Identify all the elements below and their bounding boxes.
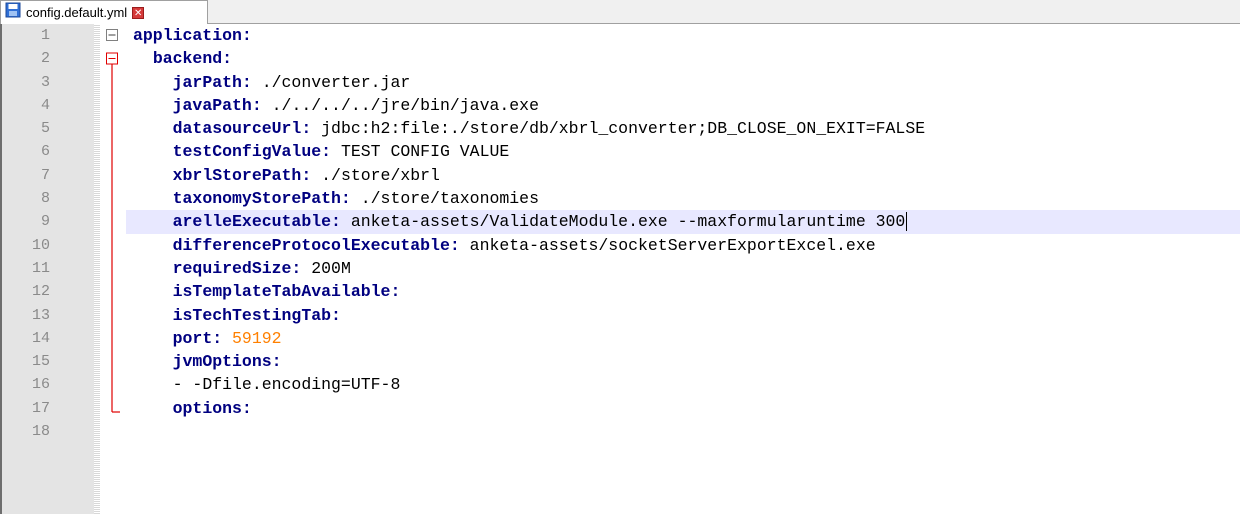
line-number: 3 bbox=[40, 73, 50, 91]
code-line[interactable]: 2 backend: bbox=[2, 47, 1240, 70]
code-line[interactable]: 3 jarPath: ./converter.jar bbox=[2, 71, 1240, 94]
code-line[interactable]: 17 options: bbox=[2, 397, 1240, 420]
yaml-value: - -Dfile.encoding=UTF-8 bbox=[172, 375, 401, 395]
yaml-value: anketa-assets/socketServerExportExcel.ex… bbox=[459, 235, 876, 255]
line-number: 11 bbox=[31, 259, 50, 277]
yaml-value: jdbc:h2:file:./store/db/xbrl_converter;D… bbox=[311, 119, 926, 139]
yaml-value: TEST CONFIG VALUE bbox=[331, 142, 510, 162]
line-number: 8 bbox=[40, 190, 50, 208]
yaml-value: ./converter.jar bbox=[251, 72, 411, 92]
code-line[interactable]: 1 application: bbox=[2, 24, 1240, 47]
code-line[interactable]: 4 javaPath: ./../../../jre/bin/java.exe bbox=[2, 94, 1240, 117]
yaml-key: requiredSize: bbox=[172, 258, 302, 278]
line-number: 9 bbox=[40, 213, 50, 231]
yaml-key: xbrlStorePath: bbox=[172, 165, 312, 185]
line-number: 15 bbox=[31, 353, 50, 371]
line-number: 14 bbox=[31, 329, 50, 347]
line-code: testConfigValue: TEST CONFIG VALUE bbox=[133, 140, 510, 163]
yaml-key: options: bbox=[172, 398, 252, 418]
code-line[interactable]: 14 port: 59192 bbox=[2, 327, 1240, 350]
line-number: 4 bbox=[40, 96, 50, 114]
code-line[interactable]: 11 requiredSize: 200M bbox=[2, 257, 1240, 280]
yaml-key: differenceProtocolExecutable: bbox=[172, 235, 460, 255]
line-code: javaPath: ./../../../jre/bin/java.exe bbox=[133, 94, 539, 117]
line-number: 18 bbox=[31, 423, 50, 441]
code-line[interactable]: 5 datasourceUrl: jdbc:h2:file:./store/db… bbox=[2, 117, 1240, 140]
code-line[interactable]: 15 jvmOptions: bbox=[2, 350, 1240, 373]
yaml-key: isTechTestingTab: bbox=[172, 305, 341, 325]
yaml-value: ./../../../jre/bin/java.exe bbox=[261, 95, 539, 115]
yaml-key: testConfigValue: bbox=[172, 142, 332, 162]
text-caret bbox=[906, 212, 907, 232]
code-line[interactable]: 12 isTemplateTabAvailable: bbox=[2, 280, 1240, 303]
line-number: 12 bbox=[31, 283, 50, 301]
close-icon[interactable]: ✕ bbox=[132, 6, 145, 19]
yaml-value: ./store/taxonomies bbox=[350, 189, 539, 209]
line-code: jarPath: ./converter.jar bbox=[133, 71, 411, 94]
line-code: backend: bbox=[133, 47, 232, 70]
yaml-key: javaPath: bbox=[172, 95, 262, 115]
code-line[interactable]: 6 testConfigValue: TEST CONFIG VALUE bbox=[2, 140, 1240, 163]
code-line[interactable]: 9 arelleExecutable: anketa-assets/Valida… bbox=[2, 210, 1240, 234]
yaml-key: port: bbox=[172, 328, 223, 348]
yaml-key: jvmOptions: bbox=[172, 352, 282, 372]
tab-bar: config.default.yml ✕ bbox=[0, 0, 1240, 24]
code-line[interactable]: 16 - -Dfile.encoding=UTF-8 bbox=[2, 373, 1240, 396]
yaml-key: datasourceUrl: bbox=[172, 119, 312, 139]
line-code: jvmOptions: bbox=[133, 350, 282, 373]
save-icon bbox=[5, 2, 21, 23]
line-code: isTemplateTabAvailable: bbox=[133, 280, 401, 303]
line-number: 10 bbox=[31, 236, 50, 254]
line-code: options: bbox=[133, 397, 252, 420]
yaml-value: ./store/xbrl bbox=[311, 165, 440, 185]
line-number: 7 bbox=[40, 166, 50, 184]
line-code: port: 59192 bbox=[133, 327, 282, 350]
line-number: 13 bbox=[31, 306, 50, 324]
line-code: datasourceUrl: jdbc:h2:file:./store/db/x… bbox=[133, 117, 926, 140]
file-tab[interactable]: config.default.yml ✕ bbox=[0, 0, 208, 24]
yaml-number-value: 59192 bbox=[222, 328, 282, 348]
line-code: xbrlStorePath: ./store/xbrl bbox=[133, 164, 440, 187]
yaml-value: anketa-assets/ValidateModule.exe --maxfo… bbox=[340, 212, 906, 232]
code-line[interactable]: 10 differenceProtocolExecutable: anketa-… bbox=[2, 234, 1240, 257]
line-number: 2 bbox=[40, 50, 50, 68]
line-number: 17 bbox=[31, 399, 50, 417]
line-code: differenceProtocolExecutable: anketa-ass… bbox=[133, 234, 876, 257]
line-code: requiredSize: 200M bbox=[133, 257, 351, 280]
line-code: taxonomyStorePath: ./store/taxonomies bbox=[133, 187, 539, 210]
line-number: 5 bbox=[40, 120, 50, 138]
yaml-key: isTemplateTabAvailable: bbox=[172, 282, 401, 302]
code-line[interactable]: 18 bbox=[2, 420, 1240, 443]
yaml-key: arelleExecutable: bbox=[172, 212, 341, 232]
code-line[interactable]: 13 isTechTestingTab: bbox=[2, 304, 1240, 327]
yaml-key: jarPath: bbox=[172, 72, 252, 92]
line-code: arelleExecutable: anketa-assets/Validate… bbox=[133, 210, 906, 233]
code-line[interactable]: 7 xbrlStorePath: ./store/xbrl bbox=[2, 164, 1240, 187]
line-code: application: bbox=[133, 24, 252, 47]
line-code: - -Dfile.encoding=UTF-8 bbox=[133, 373, 401, 396]
yaml-key: taxonomyStorePath: bbox=[172, 189, 351, 209]
yaml-key: backend: bbox=[152, 49, 233, 69]
line-number: 16 bbox=[31, 376, 50, 394]
line-code: isTechTestingTab: bbox=[133, 304, 341, 327]
yaml-key: application: bbox=[133, 26, 252, 45]
tab-title: config.default.yml bbox=[26, 5, 128, 20]
line-number: 1 bbox=[40, 27, 50, 44]
code-line[interactable]: 8 taxonomyStorePath: ./store/taxonomies bbox=[2, 187, 1240, 210]
code-editor[interactable]: 1 application: 2 backend: 3 jarPath: ./conv… bbox=[0, 24, 1240, 514]
yaml-value: 200M bbox=[301, 258, 351, 278]
line-number: 6 bbox=[40, 143, 50, 161]
code-lines: 1 application: 2 backend: 3 jarPath: ./conv… bbox=[2, 24, 1240, 443]
